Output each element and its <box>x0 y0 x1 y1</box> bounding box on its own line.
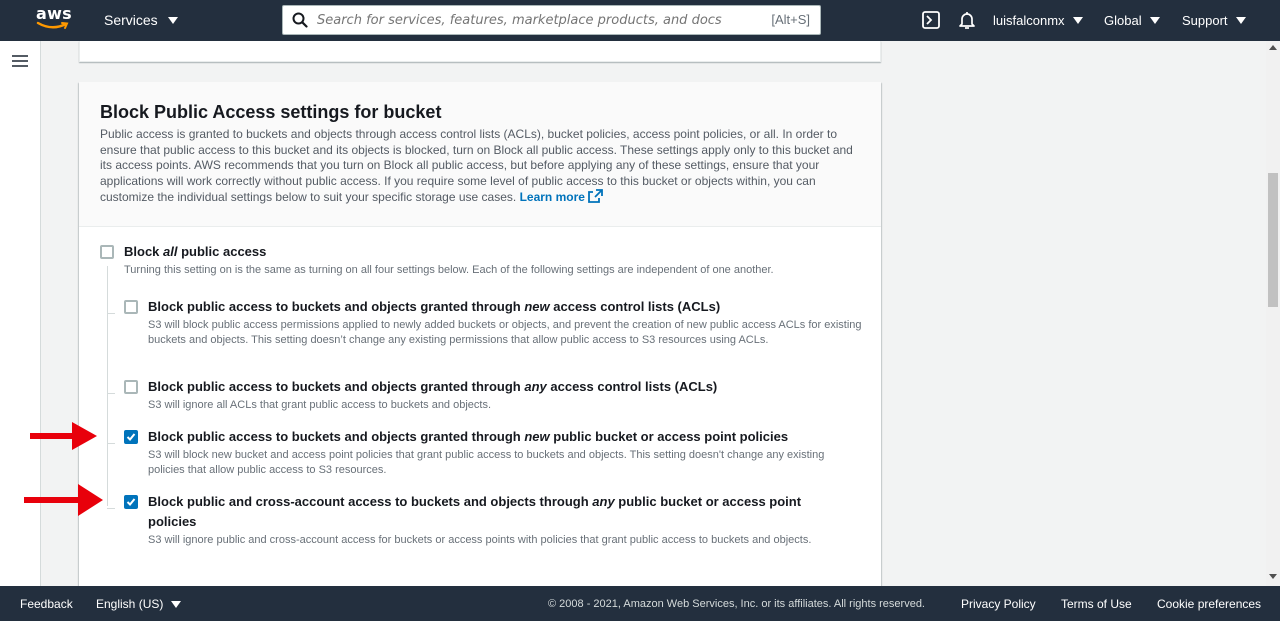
terms-of-use-link[interactable]: Terms of Use <box>1061 597 1132 611</box>
copyright-text: © 2008 - 2021, Amazon Web Services, Inc.… <box>548 598 925 610</box>
option-new-policies-title: Block public access to buckets and objec… <box>148 429 789 444</box>
tree-branch-line <box>107 313 115 314</box>
footer-bar: Feedback English (US) © 2008 - 2021, Ama… <box>0 586 1280 621</box>
block-all-title: Block all public access <box>124 244 267 259</box>
card-title: Block Public Access settings for bucket <box>100 102 442 122</box>
card-header: Block Public Access settings for bucket … <box>79 82 881 227</box>
option-new-policies-checkbox[interactable] <box>124 430 138 444</box>
tree-branch-line <box>107 393 115 394</box>
external-link-icon <box>588 189 603 203</box>
cookie-preferences-link[interactable]: Cookie preferences <box>1157 597 1261 611</box>
scroll-up-arrow-icon[interactable] <box>1269 45 1277 50</box>
option-any-policies-title: Block public and cross-account access to… <box>148 494 802 529</box>
search-shortcut-hint: [Alt+S] <box>771 12 810 27</box>
option-any-policies-checkbox[interactable] <box>124 495 138 509</box>
account-label: luisfalconmx <box>993 13 1065 28</box>
services-menu-button[interactable]: Services <box>104 12 178 28</box>
scrollbar-thumb[interactable] <box>1268 173 1278 307</box>
hamburger-menu-icon[interactable] <box>12 55 28 67</box>
cloudshell-icon[interactable] <box>922 11 940 29</box>
bell-icon[interactable] <box>958 11 976 30</box>
caret-down-icon <box>1072 17 1083 24</box>
privacy-policy-link[interactable]: Privacy Policy <box>961 597 1036 611</box>
services-label: Services <box>104 12 158 28</box>
caret-down-icon <box>167 16 178 24</box>
checkmark-icon <box>126 498 136 506</box>
option-new-policies-description: S3 will block new bucket and access poin… <box>148 449 825 476</box>
caret-down-icon <box>171 600 182 608</box>
red-arrow-annotation-icon <box>24 484 103 516</box>
option-any-acls-description: S3 will ignore all ACLs that grant publi… <box>148 399 492 411</box>
top-navigation-bar: aws Services [Alt+S] luisfalconmx Global <box>0 0 1280 41</box>
account-menu-button[interactable]: luisfalconmx <box>993 13 1083 28</box>
tree-connector-line <box>107 266 108 506</box>
red-arrow-annotation-icon <box>30 422 97 450</box>
language-selector[interactable]: English (US) <box>96 597 182 611</box>
card-description-text: Public access is granted to buckets and … <box>100 127 853 204</box>
page-scrollbar[interactable] <box>1266 41 1280 586</box>
option-new-acls-title: Block public access to buckets and objec… <box>148 299 721 314</box>
option-any-acls-title: Block public access to buckets and objec… <box>148 379 718 394</box>
search-icon <box>292 12 308 28</box>
scroll-down-arrow-icon[interactable] <box>1269 574 1277 579</box>
aws-logo-text: aws <box>36 4 73 23</box>
feedback-link[interactable]: Feedback <box>20 597 73 611</box>
tree-branch-line <box>107 443 115 444</box>
option-new-acls-checkbox[interactable] <box>124 300 138 314</box>
search-bar[interactable]: [Alt+S] <box>282 5 821 35</box>
learn-more-label: Learn more <box>519 190 585 204</box>
caret-down-icon <box>1235 17 1246 24</box>
region-label: Global <box>1104 13 1142 28</box>
search-input[interactable] <box>317 10 747 30</box>
option-any-acls-checkbox[interactable] <box>124 380 138 394</box>
block-all-description: Turning this setting on is the same as t… <box>124 264 774 276</box>
option-any-policies-description: S3 will ignore public and cross-account … <box>148 534 812 546</box>
language-label: English (US) <box>96 597 164 611</box>
block-all-public-access-checkbox[interactable] <box>100 245 114 259</box>
aws-logo[interactable]: aws <box>36 6 72 34</box>
card-description: Public access is granted to buckets and … <box>100 127 862 206</box>
caret-down-icon <box>1149 17 1160 24</box>
region-menu-button[interactable]: Global <box>1104 13 1160 28</box>
tree-branch-line <box>107 508 115 509</box>
learn-more-link[interactable]: Learn more <box>519 189 603 204</box>
previous-section-card <box>79 41 881 62</box>
checkmark-icon <box>126 433 136 441</box>
support-menu-button[interactable]: Support <box>1182 13 1246 28</box>
option-new-acls-description: S3 will block public access permissions … <box>148 319 862 346</box>
support-label: Support <box>1182 13 1228 28</box>
